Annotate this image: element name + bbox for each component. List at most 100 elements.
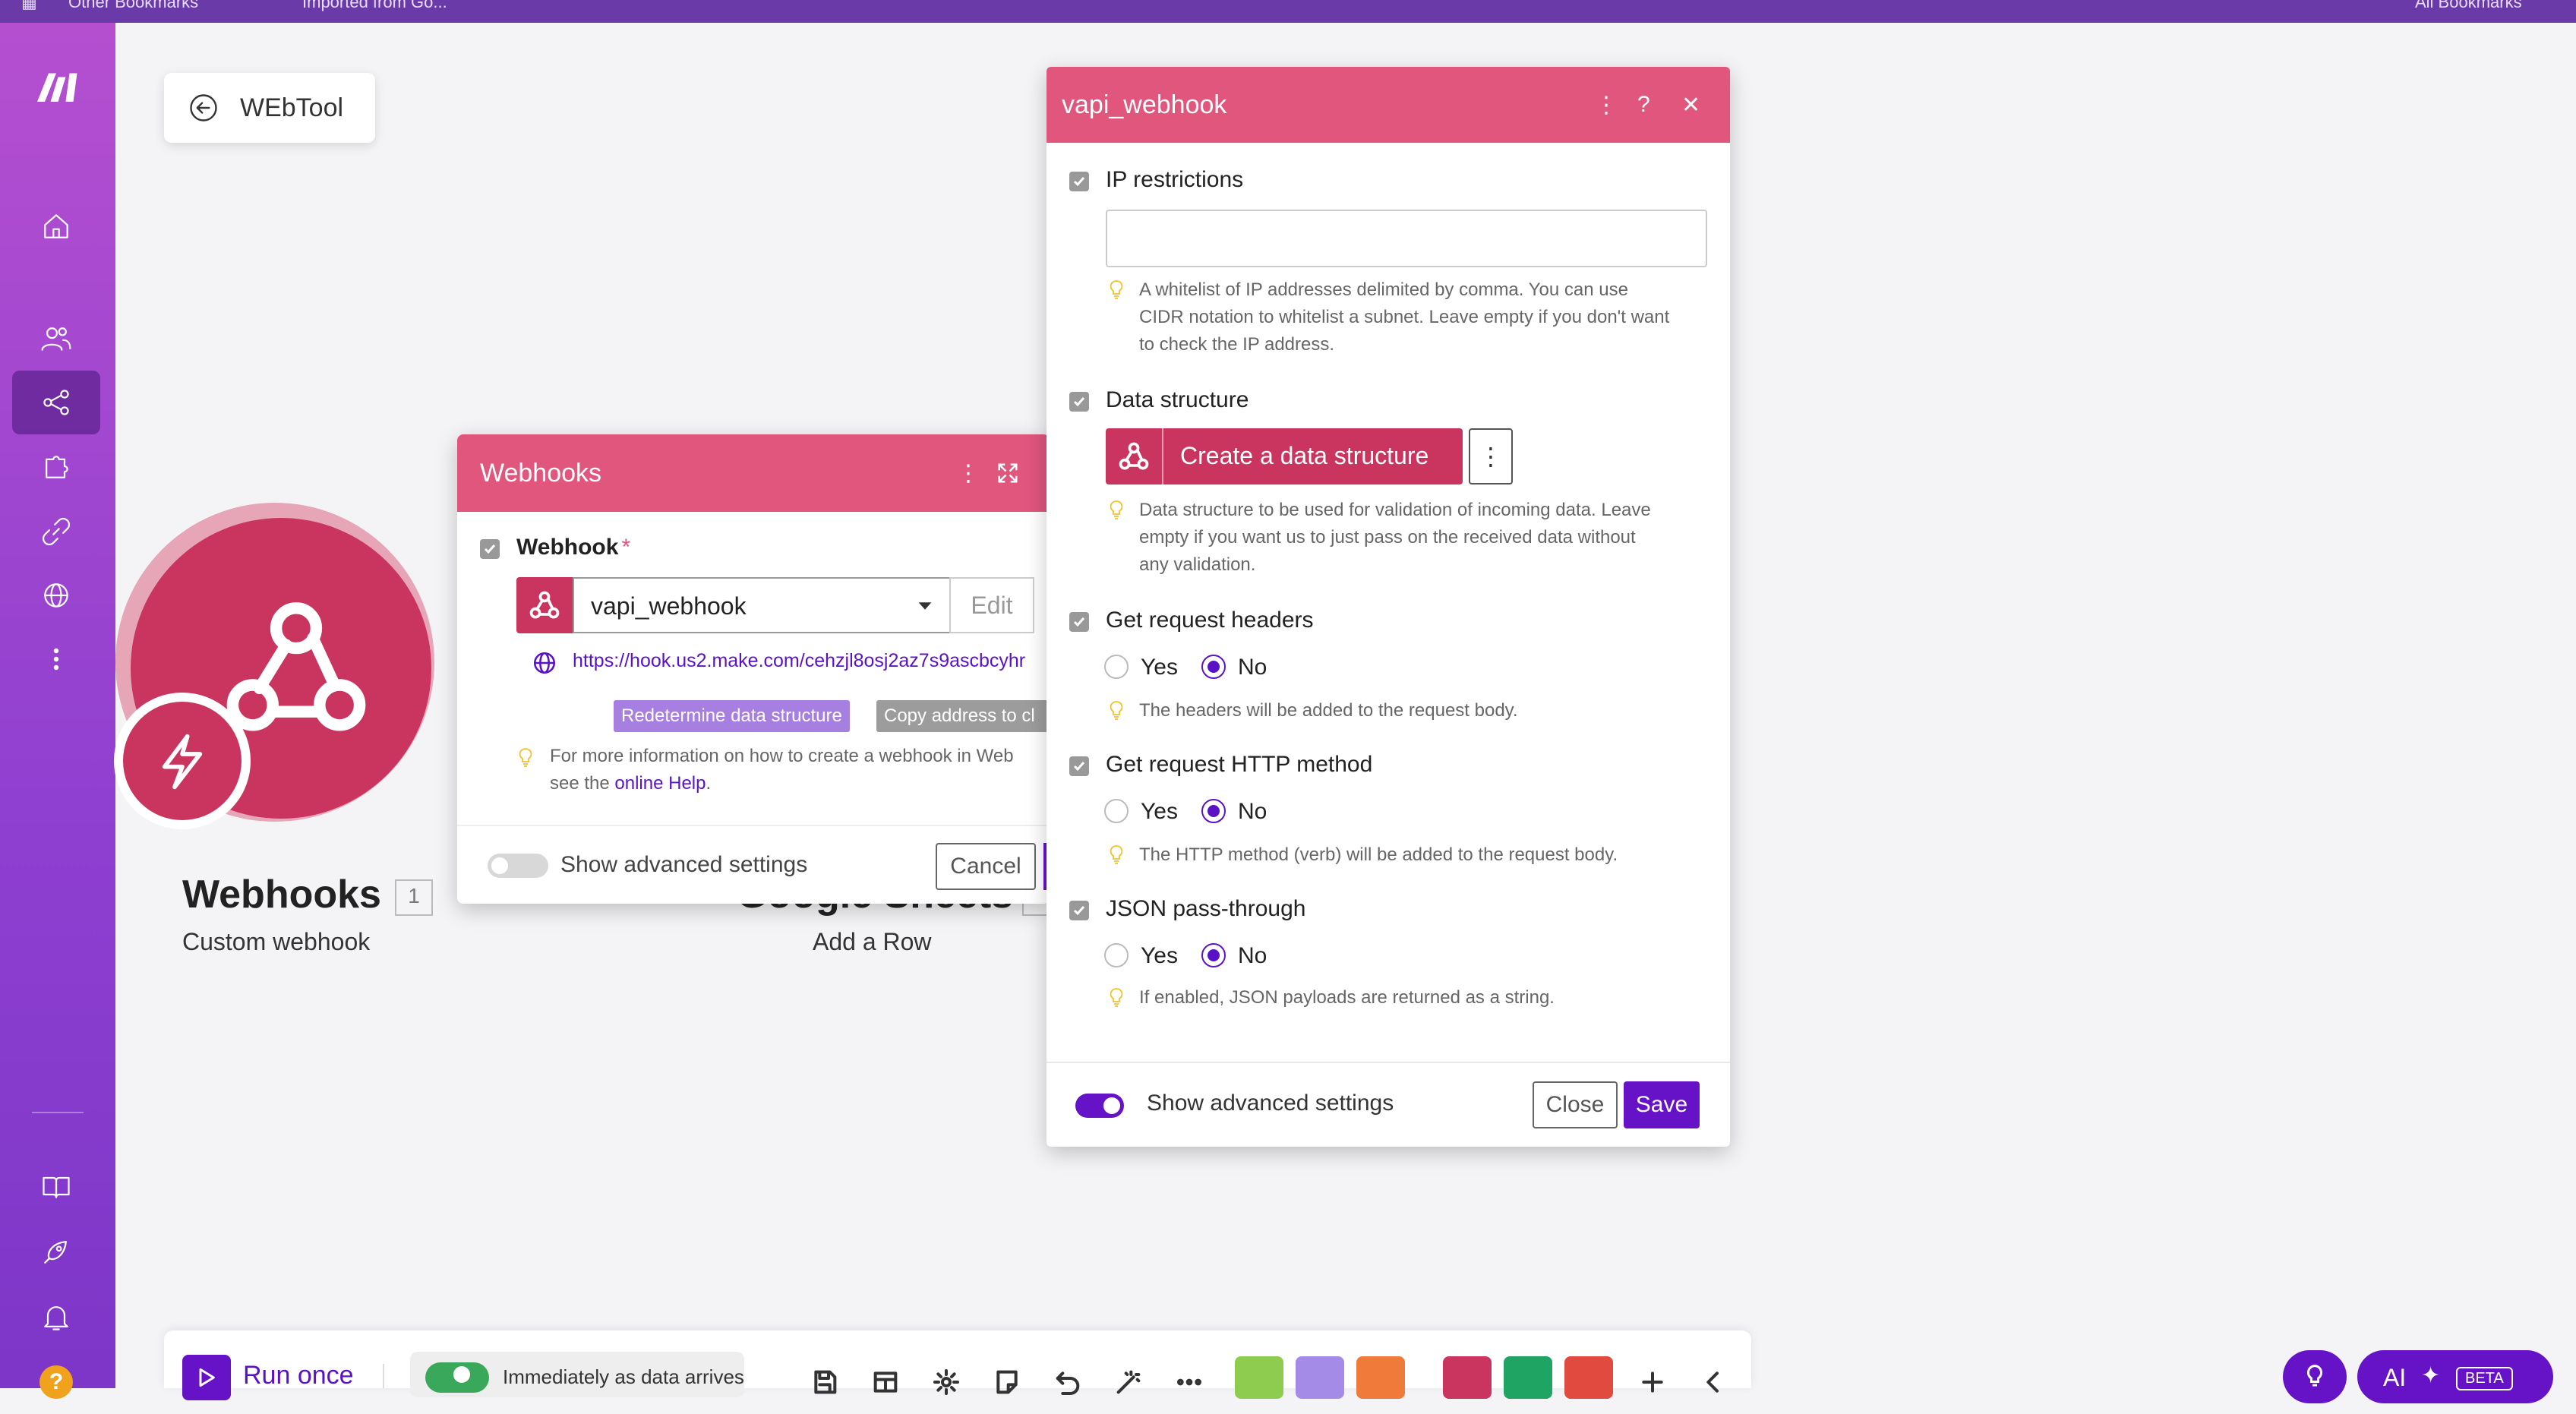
method-no-label: No bbox=[1238, 799, 1267, 824]
flow-control-app-icon[interactable] bbox=[1296, 1356, 1344, 1399]
request-headers-label: Get request headers bbox=[1106, 608, 1314, 633]
ai-beta-button[interactable]: AI ✦ BETA bbox=[2357, 1350, 2553, 1403]
apps-grid-icon[interactable]: ▦ bbox=[21, 0, 37, 12]
ip-hint-line2: CIDR notation to whitelist a subnet. Lea… bbox=[1139, 307, 1670, 327]
webhooks-icon[interactable] bbox=[12, 563, 100, 627]
help-icon: ? bbox=[39, 1365, 73, 1399]
json-yes-label: Yes bbox=[1141, 943, 1178, 968]
headers-hint-text: The headers will be added to the request… bbox=[1139, 700, 1518, 721]
bookmark-folder-all[interactable]: All Bookmarks bbox=[2415, 0, 2522, 12]
expand-icon[interactable] bbox=[996, 462, 1019, 484]
redetermine-data-structure-button[interactable]: Redetermine data structure bbox=[614, 700, 850, 732]
show-advanced-toggle[interactable] bbox=[488, 854, 548, 878]
headers-yes-radio[interactable] bbox=[1104, 655, 1129, 679]
headers-no-radio[interactable] bbox=[1201, 655, 1226, 679]
webhook-field-label: Webhook * bbox=[516, 535, 630, 560]
docs-icon[interactable] bbox=[12, 1154, 100, 1218]
vapi-panel-menu-icon[interactable]: ⋮ bbox=[1595, 67, 1618, 143]
auto-align-icon[interactable] bbox=[1113, 1367, 1144, 1397]
create-data-structure-button[interactable]: Create a data structure bbox=[1106, 428, 1463, 484]
method-yes-label: Yes bbox=[1141, 799, 1178, 824]
run-once-play-icon[interactable] bbox=[182, 1355, 231, 1400]
chevron-down-icon bbox=[918, 602, 932, 610]
more-options-icon[interactable] bbox=[1174, 1367, 1204, 1397]
method-no-radio[interactable] bbox=[1201, 799, 1226, 823]
close-button[interactable]: Close bbox=[1533, 1081, 1618, 1128]
collapse-toolbar-icon[interactable] bbox=[1698, 1367, 1728, 1397]
webhook-url-link[interactable]: https://hook.us2.make.com/cehzjl8osj2az7… bbox=[573, 650, 1025, 672]
back-arrow-icon[interactable] bbox=[187, 91, 220, 125]
copy-address-button[interactable]: Copy address to cl bbox=[876, 700, 1050, 732]
webhooks-panel: Webhooks ⋮ Webhook * vapi_webhook Edit ht… bbox=[457, 434, 1050, 904]
scenarios-icon[interactable] bbox=[12, 371, 100, 434]
panel-menu-icon[interactable]: ⋮ bbox=[957, 434, 980, 512]
whats-new-icon[interactable] bbox=[12, 1220, 100, 1283]
settings-icon[interactable] bbox=[931, 1367, 961, 1397]
json-hint-text: If enabled, JSON payloads are returned a… bbox=[1139, 987, 1555, 1008]
question-icon[interactable]: ? bbox=[1637, 67, 1650, 143]
show-advanced-label: Show advanced settings bbox=[560, 852, 808, 877]
headers-yes-label: Yes bbox=[1141, 655, 1178, 680]
data-structure-checkbox[interactable] bbox=[1069, 392, 1089, 412]
bookmark-folder-imported[interactable]: Imported from Go... bbox=[302, 0, 447, 12]
ip-hint-line1: A whitelist of IP addresses delimited by… bbox=[1139, 279, 1628, 300]
gmail-app-icon[interactable] bbox=[1564, 1356, 1613, 1399]
run-once-button[interactable]: Run once bbox=[243, 1361, 354, 1390]
vapi-show-advanced-toggle[interactable] bbox=[1075, 1094, 1124, 1118]
http-method-label: Get request HTTP method bbox=[1106, 752, 1373, 777]
team-icon[interactable] bbox=[12, 307, 100, 371]
online-help-link[interactable]: online Help bbox=[614, 773, 706, 794]
instant-trigger-icon bbox=[123, 702, 242, 820]
help-button[interactable]: ? bbox=[12, 1350, 100, 1414]
schedule-toggle[interactable] bbox=[425, 1362, 489, 1393]
webhook-select[interactable]: vapi_webhook bbox=[573, 577, 951, 633]
templates-icon[interactable] bbox=[12, 434, 100, 498]
globe-icon bbox=[533, 652, 556, 674]
tools-app-icon[interactable] bbox=[1235, 1356, 1283, 1399]
schedule-setting[interactable]: Immediately as data arrives bbox=[410, 1352, 744, 1397]
sheets-module-subtitle: Add a Row bbox=[813, 928, 932, 955]
json-yes-radio[interactable] bbox=[1104, 943, 1129, 967]
vapi-panel-title: vapi_webhook bbox=[1062, 90, 1227, 119]
json-passthrough-checkbox[interactable] bbox=[1069, 901, 1089, 920]
connections-icon[interactable] bbox=[12, 500, 100, 563]
json-no-radio[interactable] bbox=[1201, 943, 1226, 967]
add-module-icon[interactable] bbox=[1637, 1367, 1668, 1397]
ip-hint-bulb-icon bbox=[1110, 280, 1123, 299]
method-hint-bulb-icon bbox=[1110, 845, 1123, 864]
scenario-name[interactable]: WEbTool bbox=[240, 93, 343, 123]
vapi-show-advanced-label: Show advanced settings bbox=[1147, 1090, 1394, 1116]
make-logo-icon[interactable] bbox=[12, 58, 100, 115]
cancel-button[interactable]: Cancel bbox=[936, 843, 1036, 890]
save-scenario-icon[interactable] bbox=[810, 1367, 840, 1397]
webhook-info-line1: For more information on how to create a … bbox=[550, 746, 1014, 766]
table-icon[interactable] bbox=[870, 1367, 901, 1397]
close-icon[interactable]: ✕ bbox=[1681, 67, 1700, 143]
ip-restrictions-input[interactable] bbox=[1106, 210, 1707, 267]
save-button[interactable]: Save bbox=[1624, 1081, 1700, 1128]
ds-hint-line1: Data structure to be used for validation… bbox=[1139, 500, 1651, 520]
home-icon[interactable] bbox=[12, 194, 100, 258]
http-method-checkbox[interactable] bbox=[1069, 756, 1089, 776]
undo-icon[interactable] bbox=[1053, 1367, 1083, 1397]
ds-hint-line2: empty if you want us to just pass on the… bbox=[1139, 527, 1636, 548]
bookmark-folder-other[interactable]: Other Bookmarks bbox=[68, 0, 198, 12]
request-headers-checkbox[interactable] bbox=[1069, 612, 1089, 632]
scenario-name-pill[interactable]: WEbTool bbox=[164, 73, 375, 143]
json-app-icon[interactable] bbox=[1356, 1356, 1405, 1399]
more-icon[interactable] bbox=[12, 627, 100, 691]
notes-icon[interactable] bbox=[992, 1367, 1022, 1397]
assistant-button[interactable] bbox=[2283, 1350, 2347, 1403]
edit-webhook-button[interactable]: Edit bbox=[949, 577, 1034, 633]
webhook-checkbox[interactable] bbox=[480, 539, 500, 559]
headers-no-label: No bbox=[1238, 655, 1267, 680]
ip-restrictions-checkbox[interactable] bbox=[1069, 172, 1089, 191]
data-structure-menu-icon[interactable]: ⋮ bbox=[1469, 428, 1513, 484]
method-yes-radio[interactable] bbox=[1104, 799, 1129, 823]
webhooks-app-icon[interactable] bbox=[1443, 1356, 1492, 1399]
google-sheets-app-icon[interactable] bbox=[1504, 1356, 1552, 1399]
ds-hint-line3: any validation. bbox=[1139, 554, 1256, 575]
notifications-icon[interactable] bbox=[12, 1285, 100, 1349]
webhooks-panel-header: Webhooks ⋮ bbox=[457, 434, 1050, 512]
toolbar-separator bbox=[383, 1364, 384, 1388]
